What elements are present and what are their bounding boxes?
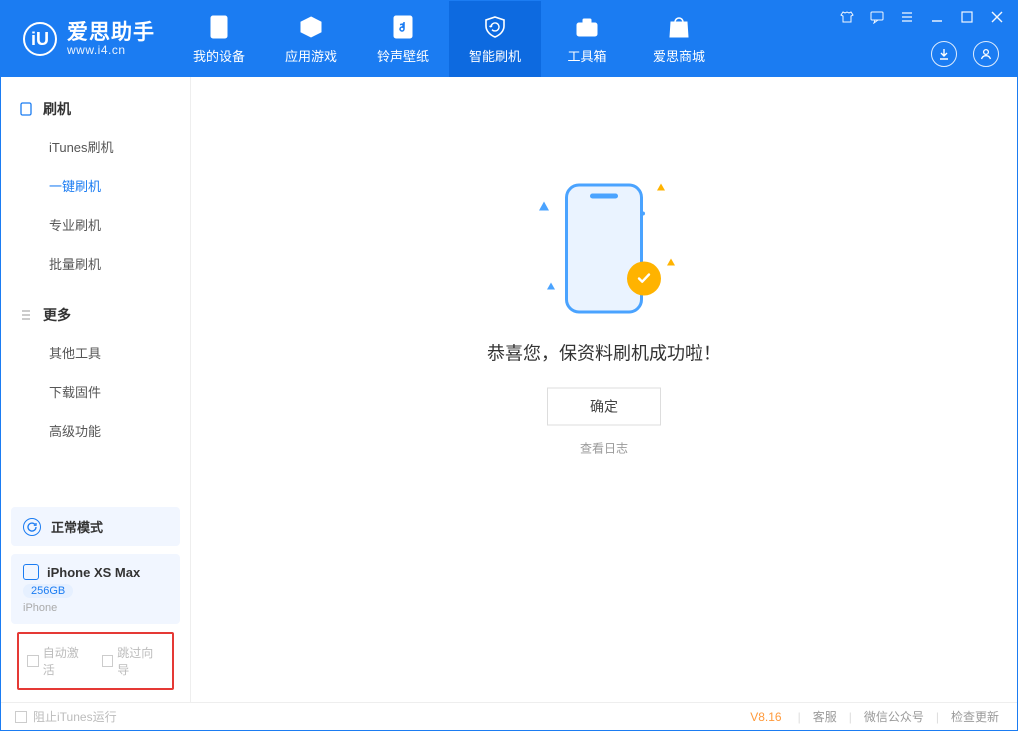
device-name: iPhone XS Max: [47, 565, 140, 580]
shield-refresh-icon: [482, 14, 508, 40]
sidebar: 刷机 iTunes刷机 一键刷机 专业刷机 批量刷机 更多 其他工具 下载固件 …: [1, 77, 191, 702]
user-button[interactable]: [973, 41, 999, 67]
device-capacity: 256GB: [23, 584, 73, 598]
sidebar-item-other-tools[interactable]: 其他工具: [1, 333, 190, 372]
flash-success-panel: 恭喜您，保资料刷机成功啦！ 确定 查看日志: [394, 173, 814, 456]
app-logo: iU 爱思助手 www.i4.cn: [1, 1, 173, 77]
sparkle-icon: [539, 201, 549, 210]
list-icon: [19, 308, 33, 322]
checkbox-icon: [27, 655, 39, 667]
feedback-icon[interactable]: [869, 9, 885, 25]
device-mode-card[interactable]: 正常模式: [11, 507, 180, 546]
close-button[interactable]: [989, 9, 1005, 25]
cube-icon: [298, 14, 324, 40]
sidebar-item-oneclick-flash[interactable]: 一键刷机: [1, 166, 190, 205]
checkbox-label: 跳过向导: [117, 644, 164, 678]
nav-label: 应用游戏: [285, 46, 337, 65]
nav-label: 爱思商城: [653, 46, 705, 65]
view-log-link[interactable]: 查看日志: [394, 439, 814, 456]
nav-label: 我的设备: [193, 46, 245, 65]
skip-guide-checkbox[interactable]: 跳过向导: [102, 644, 165, 678]
nav-label: 铃声壁纸: [377, 46, 429, 65]
sparkle-icon: [667, 258, 675, 265]
nav-apps[interactable]: 应用游戏: [265, 1, 357, 77]
phone-icon: [206, 14, 232, 40]
titlebar: iU 爱思助手 www.i4.cn 我的设备 应用游戏 铃声壁纸 智能刷机 工具…: [1, 1, 1017, 77]
main-panel: 恭喜您，保资料刷机成功啦！ 确定 查看日志: [191, 77, 1017, 702]
wechat-link[interactable]: 微信公众号: [860, 708, 928, 725]
device-icon: [19, 102, 33, 116]
customer-service-link[interactable]: 客服: [809, 708, 841, 725]
sidebar-item-itunes-flash[interactable]: iTunes刷机: [1, 127, 190, 166]
device-card[interactable]: iPhone XS Max 256GB iPhone: [11, 554, 180, 624]
sparkle-icon: [547, 282, 555, 289]
sidebar-group-flash: 刷机: [1, 91, 190, 127]
maximize-button[interactable]: [959, 9, 975, 25]
app-name: 爱思助手: [67, 21, 155, 44]
device-type: iPhone: [23, 602, 168, 614]
block-itunes-checkbox[interactable]: 阻止iTunes运行: [15, 708, 117, 725]
checkbox-icon: [15, 711, 27, 723]
minimize-button[interactable]: [929, 9, 945, 25]
phone-success-illustration: [529, 173, 679, 323]
ok-button[interactable]: 确定: [547, 387, 661, 425]
success-message: 恭喜您，保资料刷机成功啦！: [394, 339, 814, 365]
header-actions: [931, 41, 999, 67]
group-title-label: 刷机: [43, 99, 71, 119]
nav-store[interactable]: 爱思商城: [633, 1, 725, 77]
toolbox-icon: [574, 14, 600, 40]
bag-icon: [666, 14, 692, 40]
checkbox-label: 阻止iTunes运行: [33, 708, 117, 725]
app-url: www.i4.cn: [67, 44, 155, 57]
nav-label: 工具箱: [567, 46, 606, 65]
nav-label: 智能刷机: [469, 46, 521, 65]
sidebar-item-advanced[interactable]: 高级功能: [1, 411, 190, 450]
nav-my-device[interactable]: 我的设备: [173, 1, 265, 77]
check-badge-icon: [627, 261, 661, 295]
sidebar-group-more: 更多: [1, 297, 190, 333]
nav-ringtones[interactable]: 铃声壁纸: [357, 1, 449, 77]
nav-flash[interactable]: 智能刷机: [449, 1, 541, 77]
main-nav: 我的设备 应用游戏 铃声壁纸 智能刷机 工具箱 爱思商城: [173, 1, 725, 77]
version-label: V8.16: [750, 710, 781, 724]
sparkle-icon: [657, 183, 665, 190]
checkbox-label: 自动激活: [43, 644, 90, 678]
music-file-icon: [390, 14, 416, 40]
menu-icon[interactable]: [899, 9, 915, 25]
sidebar-item-batch-flash[interactable]: 批量刷机: [1, 244, 190, 283]
window-controls: [839, 9, 1005, 25]
checkbox-icon: [102, 655, 114, 667]
logo-icon: iU: [23, 22, 57, 56]
group-title-label: 更多: [43, 305, 71, 325]
phone-icon: [23, 564, 39, 580]
refresh-icon: [23, 518, 41, 536]
flash-options-box: 自动激活 跳过向导: [17, 632, 174, 690]
statusbar: 阻止iTunes运行 V8.16 | 客服 | 微信公众号 | 检查更新: [1, 702, 1017, 730]
auto-activate-checkbox[interactable]: 自动激活: [27, 644, 90, 678]
nav-toolbox[interactable]: 工具箱: [541, 1, 633, 77]
download-button[interactable]: [931, 41, 957, 67]
check-update-link[interactable]: 检查更新: [947, 708, 1003, 725]
sidebar-item-pro-flash[interactable]: 专业刷机: [1, 205, 190, 244]
shirt-icon[interactable]: [839, 9, 855, 25]
phone-illustration: [565, 183, 643, 313]
sidebar-item-download-firmware[interactable]: 下载固件: [1, 372, 190, 411]
device-mode-label: 正常模式: [51, 517, 103, 536]
